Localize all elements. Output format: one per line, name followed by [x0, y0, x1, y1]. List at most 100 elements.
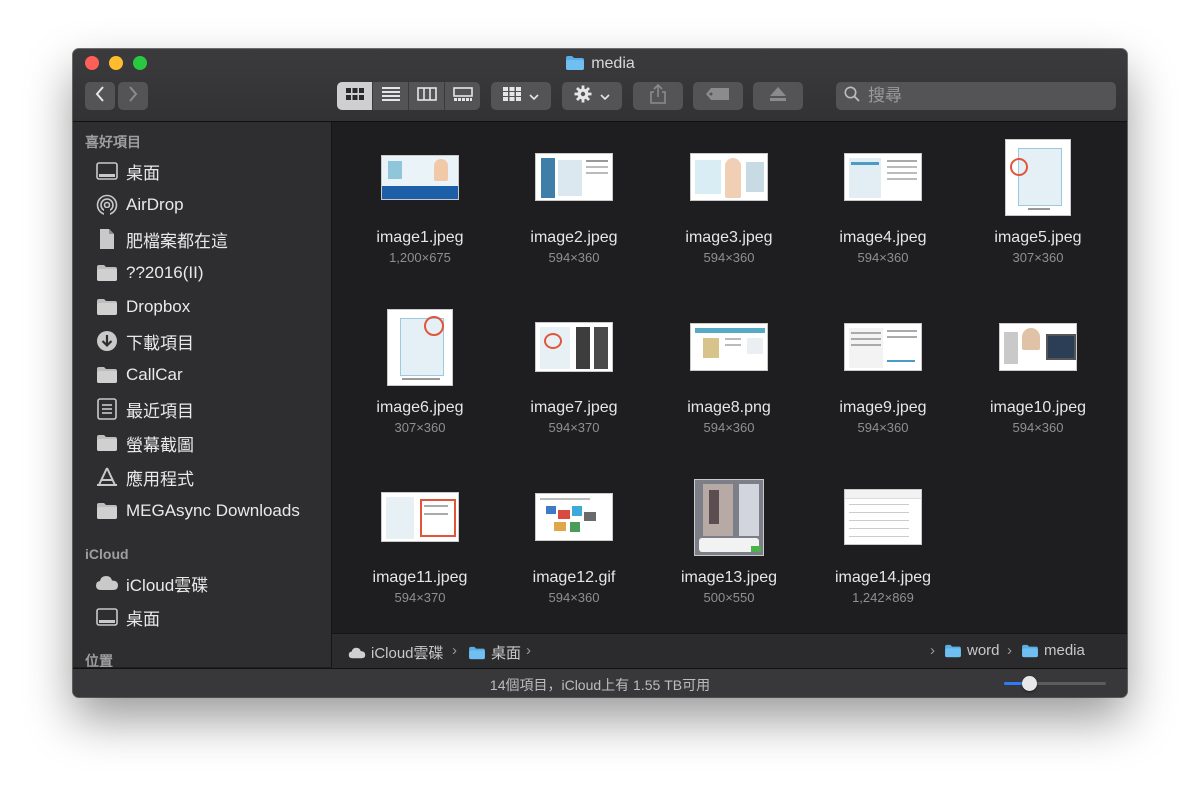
cloud-icon — [348, 647, 366, 659]
forward-button[interactable] — [118, 82, 148, 110]
sidebar-item-screenshots[interactable]: 螢幕截圖 — [95, 428, 194, 458]
group-by-button[interactable] — [491, 82, 551, 110]
sidebar-item-recents[interactable]: 最近項目 — [95, 394, 194, 424]
path-segment-media[interactable]: media — [1021, 642, 1085, 659]
gallery-icon — [452, 86, 473, 106]
path-segment-desktop[interactable]: 桌面 — [468, 642, 521, 663]
file-item[interactable]: image1.jpeg 1,200×675 — [345, 134, 495, 265]
folder-icon — [1021, 644, 1039, 658]
folder-icon — [944, 644, 962, 658]
chevron-right-icon: › — [930, 642, 935, 659]
sidebar-item-applications[interactable]: 應用程式 — [95, 462, 194, 492]
sidebar-item-folder-2016[interactable]: ??2016(II) — [95, 258, 204, 288]
sidebar-item-label: 肥檔案都在這 — [126, 231, 228, 251]
file-name: image3.jpeg — [685, 229, 773, 246]
sidebar-item-icloud-desktop[interactable]: 桌面 — [95, 602, 160, 632]
list-view-button[interactable] — [373, 82, 409, 110]
file-item[interactable]: image4.jpeg 594×360 — [808, 134, 958, 265]
file-dimensions: 500×550 — [703, 590, 755, 605]
image-thumbnail — [535, 493, 613, 541]
status-text: 14個項目，iCloud上有 1.55 TB可用 — [489, 677, 711, 693]
file-name: image11.jpeg — [372, 569, 468, 586]
sidebar-header-locations: 位置 — [85, 653, 113, 667]
sidebar-header-favorites: 喜好項目 — [85, 134, 141, 150]
column-view-button[interactable] — [409, 82, 445, 110]
image-thumbnail — [387, 308, 453, 386]
airdrop-icon — [95, 193, 119, 217]
file-name: image6.jpeg — [376, 399, 464, 416]
file-name: image4.jpeg — [839, 229, 927, 246]
share-button[interactable] — [633, 82, 683, 110]
sidebar-item-icloud-drive[interactable]: iCloud雲碟 — [95, 568, 208, 598]
folder-icon — [95, 295, 119, 319]
folder-icon — [95, 431, 119, 455]
chevron-right-icon: › — [452, 642, 457, 659]
file-item[interactable]: image8.png 594×360 — [654, 304, 804, 435]
cloud-icon — [95, 571, 119, 595]
sidebar-item-megasync[interactable]: MEGAsync Downloads — [95, 496, 300, 526]
view-mode-control[interactable] — [337, 82, 480, 110]
search-input[interactable] — [866, 85, 1100, 107]
sidebar-item-documents[interactable]: 肥檔案都在這 — [95, 224, 228, 254]
desktop-icon — [95, 159, 119, 183]
path-segment-word[interactable]: word — [944, 642, 1000, 659]
icon-view-button[interactable] — [337, 82, 373, 110]
file-item[interactable]: image14.jpeg 1,242×869 — [808, 474, 958, 605]
file-item[interactable]: image10.jpeg 594×360 — [963, 304, 1113, 435]
file-name: image12.gif — [532, 569, 616, 586]
icon-size-slider[interactable] — [1004, 676, 1106, 691]
file-dimensions: 594×360 — [548, 250, 600, 265]
path-segment-label: iCloud雲碟 — [371, 645, 444, 662]
sidebar-item-label: 桌面 — [126, 163, 160, 183]
chevron-right-icon: › — [1007, 642, 1012, 659]
file-dimensions: 307×360 — [394, 420, 446, 435]
eject-icon — [770, 86, 786, 106]
tag-icon — [706, 87, 730, 105]
file-name: image7.jpeg — [530, 399, 618, 416]
sidebar-item-downloads[interactable]: 下載項目 — [95, 326, 194, 356]
file-name: image14.jpeg — [834, 569, 932, 586]
file-item[interactable]: image6.jpeg 307×360 — [345, 304, 495, 435]
sidebar-item-callcar[interactable]: CallCar — [95, 360, 183, 390]
file-item[interactable]: image11.jpeg 594×370 — [345, 474, 495, 605]
grid-icon — [345, 87, 364, 105]
eject-button[interactable] — [753, 82, 803, 110]
sidebar-item-airdrop[interactable]: AirDrop — [95, 190, 184, 220]
gallery-view-button[interactable] — [445, 82, 480, 110]
image-thumbnail — [690, 323, 768, 371]
folder-icon — [468, 646, 486, 660]
search-field[interactable] — [836, 82, 1116, 110]
file-dimensions: 307×360 — [1012, 250, 1064, 265]
file-item[interactable]: image2.jpeg 594×360 — [499, 134, 649, 265]
tag-button[interactable] — [693, 82, 743, 110]
image-thumbnail — [381, 154, 459, 200]
back-button[interactable] — [85, 82, 115, 110]
file-dimensions: 1,242×869 — [852, 590, 914, 605]
sidebar-item-label: ??2016(II) — [126, 263, 204, 282]
chevron-right-icon — [128, 85, 138, 107]
file-item[interactable]: image3.jpeg 594×360 — [654, 134, 804, 265]
folder-icon — [565, 55, 585, 77]
action-button[interactable] — [562, 82, 622, 110]
image-thumbnail — [694, 478, 764, 556]
desktop-icon — [95, 605, 119, 629]
sidebar-item-label: MEGAsync Downloads — [126, 501, 300, 520]
file-name: image5.jpeg — [994, 229, 1082, 246]
status-bar: 14個項目，iCloud上有 1.55 TB可用 — [73, 668, 1127, 697]
file-item[interactable]: image5.jpeg 307×360 — [963, 134, 1113, 265]
applications-icon — [95, 465, 119, 489]
sidebar-item-desktop[interactable]: 桌面 — [95, 156, 160, 186]
window-title-text: media — [591, 55, 635, 72]
file-grid: image1.jpeg 1,200×675 image2.jpeg 594×36… — [332, 122, 1127, 632]
slider-knob[interactable] — [1022, 676, 1037, 691]
file-item[interactable]: image9.jpeg 594×360 — [808, 304, 958, 435]
sidebar-item-dropbox[interactable]: Dropbox — [95, 292, 190, 322]
download-icon — [95, 329, 119, 353]
file-item[interactable]: image13.jpeg 500×550 — [654, 474, 804, 605]
chevron-down-icon — [529, 87, 539, 105]
path-segment-icloud[interactable]: iCloud雲碟 — [348, 642, 444, 663]
sidebar: 喜好項目 桌面 AirDrop 肥檔案都在這 ??2016(II) Dropbo… — [73, 122, 332, 667]
file-item[interactable]: image12.gif 594×360 — [499, 474, 649, 605]
file-item[interactable]: image7.jpeg 594×370 — [499, 304, 649, 435]
image-thumbnail — [535, 322, 613, 372]
